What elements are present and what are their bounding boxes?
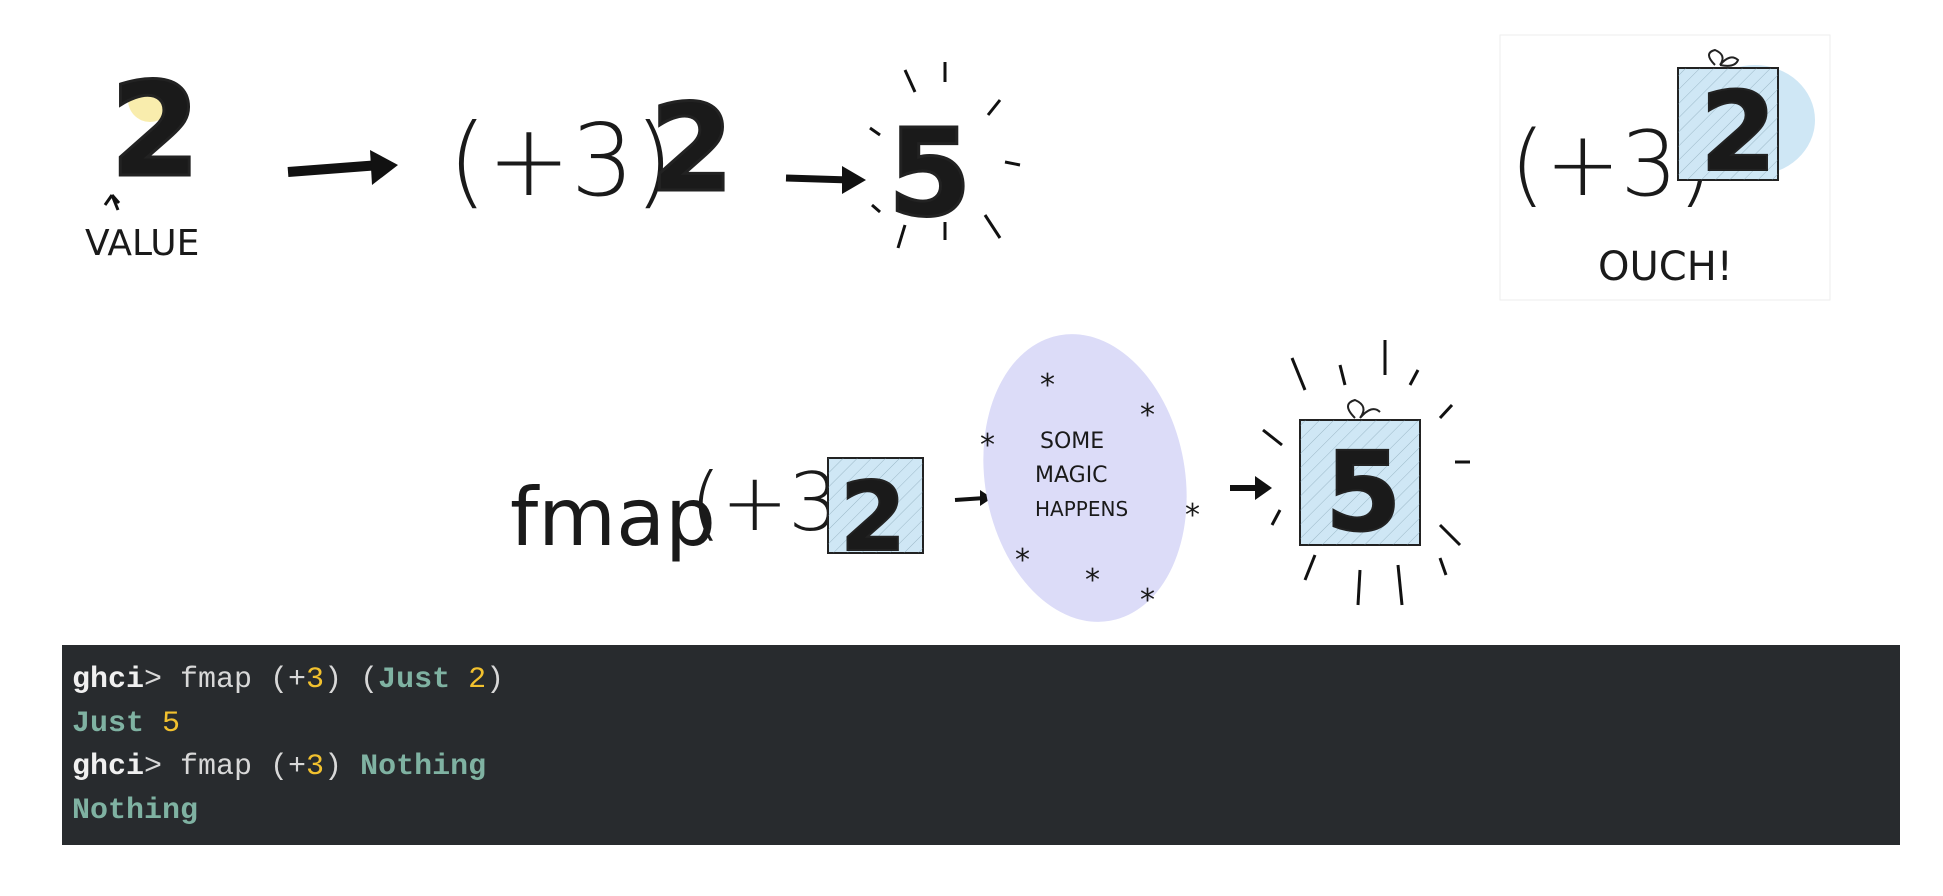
arrow-icon — [785, 166, 866, 194]
applied-two: 2 — [650, 80, 734, 219]
number: 3 — [306, 750, 325, 784]
svg-text:2: 2 — [1700, 68, 1777, 196]
constructor: Nothing — [72, 793, 199, 828]
terminal-line: ghci> fmap (+3) Nothing — [72, 746, 1890, 790]
value-two: 2 — [109, 53, 202, 208]
svg-text:*: * — [1085, 563, 1100, 598]
svg-text:MAGIC: MAGIC — [1035, 463, 1108, 488]
svg-text:*: * — [1185, 498, 1200, 533]
svg-text:*: * — [1015, 543, 1030, 578]
svg-text:*: * — [980, 428, 995, 463]
code-text: ) ( — [324, 663, 379, 697]
number: 5 — [162, 706, 181, 741]
ouch-label: OUCH! — [1598, 244, 1733, 290]
svg-text:HAPPENS: HAPPENS — [1035, 497, 1128, 521]
number: 3 — [306, 663, 325, 697]
svg-text:SOME: SOME — [1040, 429, 1104, 454]
gift-box-icon: 2 — [827, 457, 924, 574]
fmap-label: fmap — [510, 471, 716, 564]
plus-three-label: (+3) — [448, 102, 673, 219]
functor-illustration: 2 VALUE (+3) 2 5 (+3) 2 OUCH! fmap (+3) … — [85, 34, 1831, 622]
prompt: ghci — [72, 663, 145, 697]
arrow-icon — [287, 150, 398, 185]
arrow-icon — [1230, 476, 1272, 500]
svg-text:5: 5 — [888, 105, 972, 244]
code-text: > fmap (+ — [144, 750, 307, 784]
number: 2 — [468, 663, 487, 697]
code-text: ) — [486, 663, 505, 697]
svg-text:*: * — [1040, 368, 1055, 403]
terminal-line: ghci> fmap (+3) (Just 2) — [72, 659, 1890, 703]
svg-text:*: * — [1140, 398, 1155, 433]
magic-cloud: SOME MAGIC HAPPENS * * * * * * * — [980, 334, 1200, 622]
terminal-line: Nothing — [72, 790, 1890, 834]
ghci-terminal: ghci> fmap (+3) (Just 2) Just 5 ghci> fmap… — [62, 645, 1900, 845]
code-text: ) — [324, 750, 361, 784]
constructor: Nothing — [360, 750, 487, 784]
result-gift-box: 5 — [1262, 340, 1470, 606]
constructor: Just — [72, 706, 145, 741]
result-five: 5 — [869, 62, 1021, 249]
prompt: ghci — [72, 750, 145, 784]
terminal-line: Just 5 — [72, 703, 1890, 747]
svg-text:2: 2 — [840, 463, 906, 573]
svg-text:5: 5 — [1325, 428, 1402, 556]
code-text: > fmap (+ — [144, 663, 307, 697]
svg-text:*: * — [1140, 583, 1155, 618]
value-label: VALUE — [85, 223, 199, 264]
constructor: Just — [378, 663, 451, 697]
svg-text:2: 2 — [110, 54, 200, 206]
